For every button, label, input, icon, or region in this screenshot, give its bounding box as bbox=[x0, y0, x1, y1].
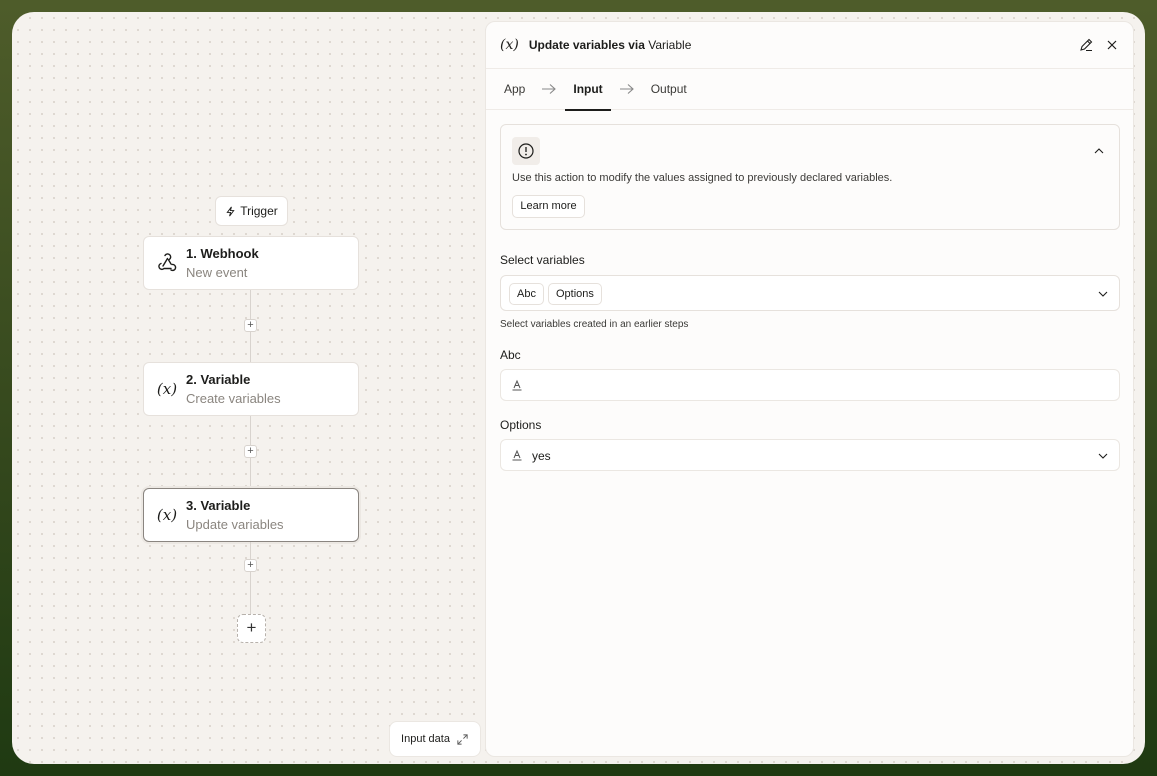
trigger-label: Trigger bbox=[240, 204, 278, 218]
panel-header: (x) Update variables via Variable bbox=[486, 22, 1133, 69]
step-subtitle: New event bbox=[186, 265, 248, 280]
variable-icon: (x) bbox=[156, 506, 178, 524]
panel-title: Update variables via Variable bbox=[529, 38, 692, 52]
abc-label: Abc bbox=[500, 348, 521, 362]
select-variables-dropdown[interactable]: Abc Options bbox=[500, 275, 1120, 311]
step-title: 2. Variable bbox=[186, 372, 251, 387]
step-card-update-variables[interactable]: (x) 3. Variable Update variables bbox=[143, 488, 359, 542]
insert-step-button[interactable]: + bbox=[244, 319, 257, 332]
step-subtitle: Create variables bbox=[186, 391, 281, 406]
tab-app[interactable]: App bbox=[504, 69, 533, 110]
pencil-icon[interactable] bbox=[1079, 38, 1093, 52]
chevron-up-icon[interactable] bbox=[1093, 145, 1105, 157]
workflow-editor: Trigger 1. Webhook New event + (x) 2. Va… bbox=[12, 12, 1145, 764]
add-step-button[interactable]: + bbox=[237, 614, 266, 643]
step-details-panel: (x) Update variables via Variable App In… bbox=[485, 21, 1134, 757]
expand-icon bbox=[457, 733, 468, 745]
webhook-icon bbox=[154, 250, 180, 276]
options-value: yes bbox=[532, 449, 551, 463]
tab-input[interactable]: Input bbox=[565, 69, 612, 111]
variable-icon: (x) bbox=[156, 380, 178, 398]
select-variables-hint: Select variables created in an earlier s… bbox=[500, 319, 689, 330]
options-label: Options bbox=[500, 418, 542, 432]
trigger-chip[interactable]: Trigger bbox=[215, 196, 288, 226]
panel-title-text: Update variables via bbox=[528, 38, 645, 52]
panel-app-name: Variable bbox=[648, 38, 692, 52]
connector-line bbox=[250, 542, 251, 614]
insert-step-button[interactable]: + bbox=[244, 559, 257, 572]
variable-tag[interactable]: Options bbox=[548, 283, 602, 305]
variable-icon: (x) bbox=[500, 37, 519, 53]
learn-more-button[interactable]: Learn more bbox=[512, 195, 585, 218]
text-type-icon bbox=[512, 449, 522, 461]
abc-input[interactable] bbox=[500, 369, 1120, 401]
info-icon bbox=[512, 137, 540, 165]
chevron-down-icon bbox=[1098, 291, 1108, 297]
info-text: Use this action to modify the values ass… bbox=[512, 172, 893, 184]
options-dropdown[interactable]: yes bbox=[500, 439, 1120, 471]
step-card-create-variables[interactable]: (x) 2. Variable Create variables bbox=[143, 362, 359, 416]
close-icon[interactable] bbox=[1105, 38, 1119, 52]
step-subtitle: Update variables bbox=[186, 517, 284, 532]
step-title: 1. Webhook bbox=[186, 246, 259, 261]
step-card-webhook[interactable]: 1. Webhook New event bbox=[143, 236, 359, 290]
lightning-icon bbox=[226, 206, 235, 216]
info-callout: Use this action to modify the values ass… bbox=[500, 124, 1120, 230]
insert-step-button[interactable]: + bbox=[244, 445, 257, 458]
chevron-down-icon bbox=[1098, 453, 1108, 459]
tab-output[interactable]: Output bbox=[643, 69, 695, 110]
arrow-right-icon bbox=[542, 84, 557, 94]
arrow-right-icon bbox=[619, 84, 634, 94]
tab-bar: App Input Output bbox=[486, 69, 1133, 111]
step-title: 3. Variable bbox=[186, 498, 251, 513]
input-data-label: Input data bbox=[401, 733, 450, 745]
select-variables-label: Select variables bbox=[500, 253, 585, 267]
variable-tag[interactable]: Abc bbox=[509, 283, 544, 305]
text-type-icon bbox=[512, 379, 522, 391]
input-data-button[interactable]: Input data bbox=[389, 721, 481, 757]
